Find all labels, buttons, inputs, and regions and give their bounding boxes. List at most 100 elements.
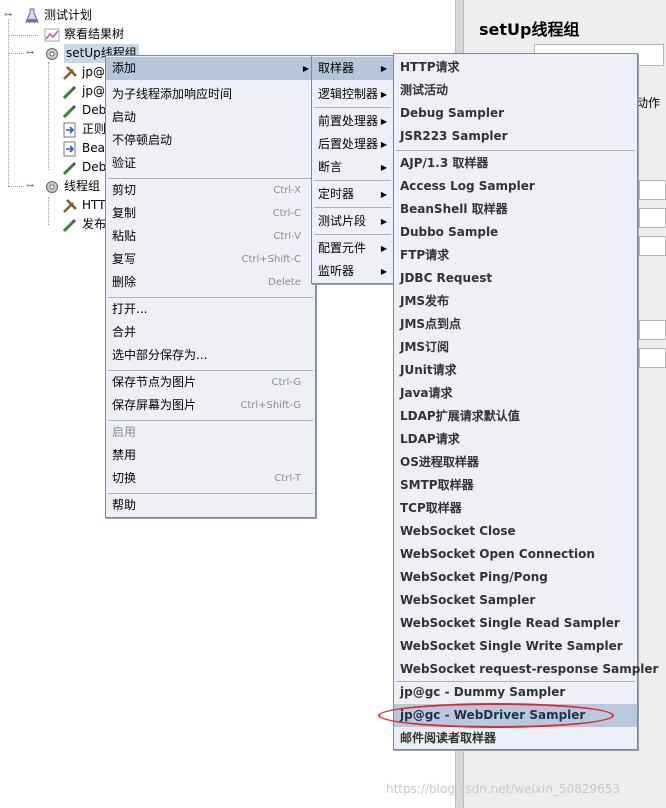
menu-item-logic-controller[interactable]: 逻辑控制器 ▶ (312, 83, 393, 106)
menu-item-add[interactable]: 添加 ▶ (106, 57, 315, 80)
menu-item-label: WebSocket Open Connection (400, 547, 595, 561)
menu-item-help[interactable]: 帮助 (106, 494, 315, 517)
menu-item-save-node-image[interactable]: 保存节点为图片 Ctrl-G (106, 371, 315, 394)
menu-item-os-process-sampler[interactable]: OS进程取样器 (394, 451, 637, 474)
menu-item-start-no-pause[interactable]: 不停顿启动 (106, 129, 315, 152)
menu-item-add-response-time[interactable]: 为子线程添加响应时间 (106, 83, 315, 106)
field-box[interactable] (639, 180, 666, 200)
menu-item-open[interactable]: 打开... (106, 298, 315, 321)
field-box[interactable] (639, 320, 666, 340)
menu-item-merge[interactable]: 合并 (106, 321, 315, 344)
menu-item-label: Access Log Sampler (400, 179, 535, 193)
menu-item-validate[interactable]: 验证 (106, 152, 315, 175)
menu-item-label: 不停顿启动 (112, 133, 173, 147)
menu-item-duplicate[interactable]: 复写 Ctrl+Shift-C (106, 248, 315, 271)
panel-title: setUp线程组 (479, 20, 580, 39)
menu-item-websocket-open[interactable]: WebSocket Open Connection (394, 543, 637, 566)
menu-item-smtp-sampler[interactable]: SMTP取样器 (394, 474, 637, 497)
menu-separator (314, 207, 391, 208)
menu-item-junit-request[interactable]: JUnit请求 (394, 359, 637, 382)
menu-item-listener[interactable]: 监听器 ▶ (312, 260, 393, 283)
menu-item-dubbo-sample[interactable]: Dubbo Sample (394, 221, 637, 244)
menu-item-ldap-extended-defaults[interactable]: LDAP扩展请求默认值 (394, 405, 637, 428)
menu-item-websocket-sampler[interactable]: WebSocket Sampler (394, 589, 637, 612)
menu-item-http-request[interactable]: HTTP请求 (394, 56, 637, 79)
menu-item-websocket-request-response[interactable]: WebSocket request-response Sampler (394, 658, 658, 681)
gear-icon (44, 179, 60, 195)
menu-item-label: 启用 (112, 425, 137, 439)
menu-item-java-request[interactable]: Java请求 (394, 382, 637, 405)
menu-item-paste[interactable]: 粘贴 Ctrl-V (106, 225, 315, 248)
menu-item-jdbc-request[interactable]: JDBC Request (394, 267, 637, 290)
collapse-toggle-icon[interactable]: ⊶ (4, 11, 12, 19)
menu-item-assertion[interactable]: 断言 ▶ (312, 156, 393, 179)
pipette-icon (62, 84, 78, 100)
tree-node-label: Bea (82, 141, 105, 155)
field-box[interactable] (639, 236, 666, 256)
menu-item-websocket-single-read[interactable]: WebSocket Single Read Sampler (394, 612, 637, 635)
menu-item-copy[interactable]: 复制 Ctrl-C (106, 202, 315, 225)
menu-item-mail-reader-sampler[interactable]: 邮件阅读者取样器 (394, 727, 637, 750)
menu-item-label: Java请求 (400, 386, 453, 400)
menu-item-label: AJP/1.3 取样器 (400, 156, 489, 170)
submenu-arrow-icon: ▶ (380, 244, 387, 253)
arrow-doc-icon (62, 141, 78, 157)
menu-item-timer[interactable]: 定时器 ▶ (312, 183, 393, 206)
sampler-submenu: HTTP请求 测试活动 Debug Sampler JSR223 Sampler… (393, 53, 658, 750)
field-box[interactable] (639, 208, 666, 228)
menu-item-jms-point-to-point[interactable]: JMS点到点 (394, 313, 637, 336)
menu-item-access-log-sampler[interactable]: Access Log Sampler (394, 175, 637, 198)
tool-icon (62, 198, 78, 214)
menu-item-jsr223-sampler[interactable]: JSR223 Sampler (394, 125, 637, 148)
menu-item-config-element[interactable]: 配置元件 ▶ (312, 237, 393, 260)
menu-item-save-screen-image[interactable]: 保存屏幕为图片 Ctrl+Shift-G (106, 394, 315, 417)
menu-item-jms-subscriber[interactable]: JMS订阅 (394, 336, 637, 359)
menu-item-websocket-close[interactable]: WebSocket Close (394, 520, 637, 543)
menu-item-cut[interactable]: 剪切 Ctrl-X (106, 179, 315, 202)
menu-item-save-selection[interactable]: 选中部分保存为... (106, 344, 315, 367)
context-menu: 添加 ▶ 为子线程添加响应时间 启动 不停顿启动 验证 剪切 Ctrl-X 复制 C… (105, 55, 316, 518)
menu-item-post-processor[interactable]: 后置处理器 ▶ (312, 133, 393, 156)
arrow-doc-icon (62, 122, 78, 138)
menu-item-test-action[interactable]: 测试活动 (394, 79, 637, 102)
menu-item-disable[interactable]: 禁用 (106, 444, 315, 467)
tree-node-label: Deb (82, 160, 107, 174)
submenu-arrow-icon: ▶ (380, 190, 387, 199)
field-box[interactable] (639, 348, 666, 368)
pipette-icon (62, 103, 78, 119)
menu-item-ldap-request[interactable]: LDAP请求 (394, 428, 637, 451)
menu-item-jms-publisher[interactable]: JMS发布 (394, 290, 637, 313)
menu-item-pre-processor[interactable]: 前置处理器 ▶ (312, 110, 393, 133)
menu-item-label: 启动 (112, 110, 137, 124)
menu-item-beanshell-sampler[interactable]: BeanShell 取样器 (394, 198, 637, 221)
submenu-arrow-icon: ▶ (380, 64, 387, 73)
menu-item-websocket-single-write[interactable]: WebSocket Single Write Sampler (394, 635, 637, 658)
menu-item-label: JSR223 Sampler (400, 129, 508, 143)
menu-item-label: JMS订阅 (400, 340, 450, 354)
menu-item-ftp-request[interactable]: FTP请求 (394, 244, 637, 267)
collapse-toggle-icon[interactable]: ⊶ (26, 182, 34, 190)
menu-item-label: 取样器 (318, 61, 355, 75)
menu-item-label: WebSocket Single Write Sampler (400, 639, 623, 653)
menu-item-label: 删除 (112, 275, 137, 289)
menu-item-debug-sampler[interactable]: Debug Sampler (394, 102, 637, 125)
menu-item-start[interactable]: 启动 (106, 106, 315, 129)
collapse-toggle-icon[interactable]: ⊶ (26, 49, 34, 57)
menu-item-label: 禁用 (112, 448, 137, 462)
menu-item-jpgc-dummy-sampler[interactable]: jp@gc - Dummy Sampler (394, 681, 637, 704)
menu-item-tcp-sampler[interactable]: TCP取样器 (394, 497, 637, 520)
menu-item-ajp-sampler[interactable]: AJP/1.3 取样器 (394, 152, 637, 175)
flask-icon (24, 8, 40, 24)
menu-item-delete[interactable]: 删除 Delete (106, 271, 315, 294)
add-submenu: 取样器 ▶ 逻辑控制器 ▶ 前置处理器 ▶ 后置处理器 ▶ 断言 ▶ 定时器 ▶ 测试片段 ▶… (311, 55, 394, 284)
tree-node-label: jp@ (82, 65, 105, 79)
menu-item-sampler[interactable]: 取样器 ▶ (312, 57, 393, 80)
menu-item-label: 验证 (112, 156, 137, 170)
menu-item-label: Debug Sampler (400, 106, 505, 120)
menu-item-label: 切换 (112, 471, 137, 485)
menu-item-label: JMS发布 (400, 294, 450, 308)
menu-item-websocket-ping-pong[interactable]: WebSocket Ping/Pong (394, 566, 637, 589)
submenu-arrow-icon: ▶ (380, 163, 387, 172)
menu-item-toggle[interactable]: 切换 Ctrl-T (106, 467, 315, 490)
menu-item-test-fragment[interactable]: 测试片段 ▶ (312, 210, 393, 233)
